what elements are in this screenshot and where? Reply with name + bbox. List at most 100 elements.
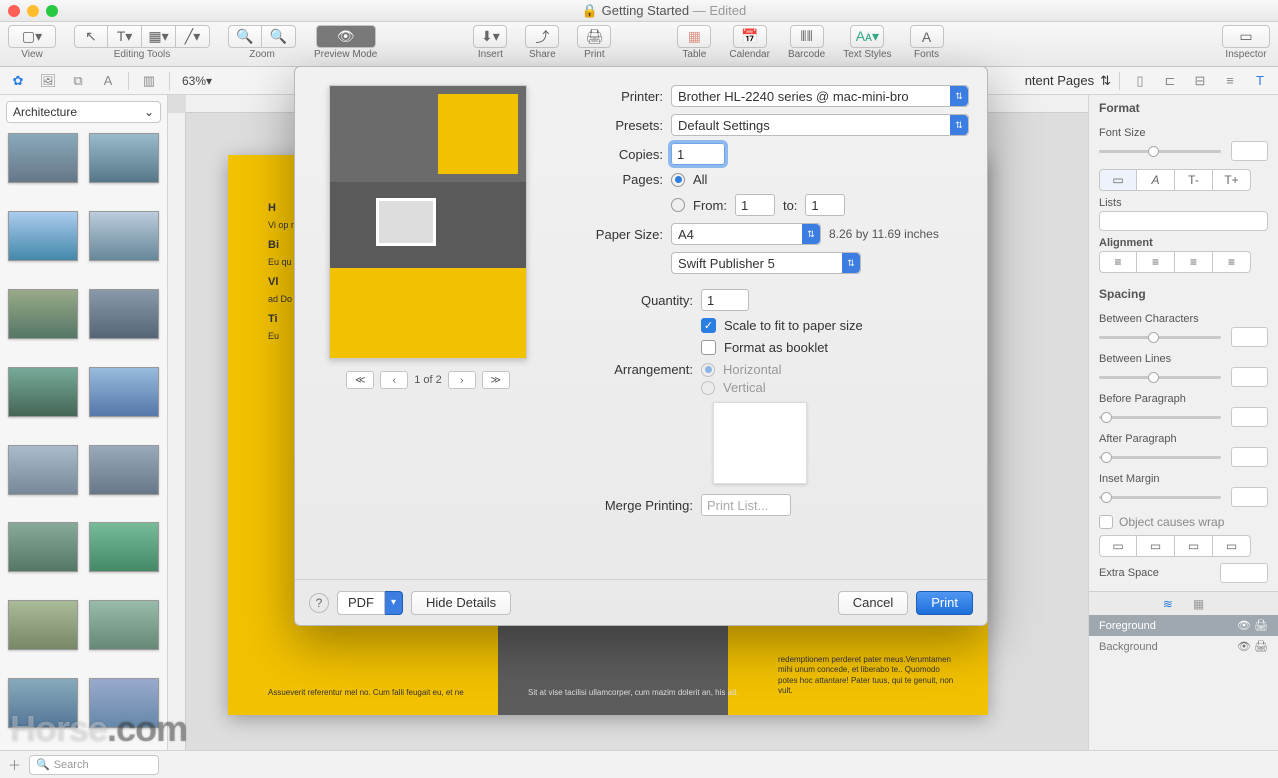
tab-text-icon[interactable]: T [1248,71,1272,91]
wrap-checkbox[interactable] [1099,515,1113,529]
zoom-out[interactable]: 🔍 [228,25,262,48]
pages-from-radio[interactable] [671,198,685,212]
tab-layers-icon[interactable]: ≡ [1218,71,1242,91]
wrap-type-2[interactable]: ▭ [1137,535,1175,557]
search-input[interactable]: 🔍 Search [29,755,159,775]
thumbnail[interactable] [89,367,159,417]
align-center[interactable]: ≡ [1137,251,1175,273]
layers-icon[interactable]: ≋ [1163,597,1173,611]
copies-input[interactable]: 1 [671,143,725,165]
style-italic[interactable]: A [1137,169,1175,191]
font-size-value[interactable] [1231,141,1268,161]
inset-margin-value[interactable] [1231,487,1268,507]
align-left[interactable]: ≡ [1099,251,1137,273]
wrap-type-3[interactable]: ▭ [1175,535,1213,557]
wrap-type-1[interactable]: ▭ [1099,535,1137,557]
thumbnail[interactable] [8,678,78,728]
quantity-input[interactable]: 1 [701,289,749,311]
zoom-display[interactable]: 63%▾ [178,74,216,88]
minimize-window-button[interactable] [27,5,39,17]
align-right[interactable]: ≡ [1175,251,1213,273]
calendar-button[interactable]: 📅 [733,25,767,48]
hide-details-button[interactable]: Hide Details [411,591,511,615]
pages-view-icon[interactable]: ▥ [137,71,161,91]
booklet-checkbox[interactable] [701,340,716,355]
select-tool[interactable]: ↖ [74,25,108,48]
paper-size-select[interactable]: A4⇅ [671,223,821,245]
pages-from-input[interactable]: 1 [735,194,775,216]
app-select[interactable]: Swift Publisher 5⇅ [671,252,861,274]
thumbnail[interactable] [8,522,78,572]
lists-select[interactable] [1099,211,1268,231]
shape-tool[interactable]: ▦▾ [142,25,176,48]
background-layer[interactable]: Background👁 🖨 [1089,636,1278,657]
font-book-icon[interactable]: A [96,71,120,91]
pdf-button[interactable]: PDF▾ [337,591,403,615]
preview-last[interactable]: ≫ [482,371,510,389]
line-spacing-slider[interactable] [1099,370,1221,384]
thumbnail[interactable] [89,133,159,183]
grid-icon[interactable]: ▦ [1193,597,1204,611]
after-para-slider[interactable] [1099,450,1221,464]
foreground-layer[interactable]: Foreground👁 🖨 [1089,615,1278,636]
close-window-button[interactable] [8,5,20,17]
wrap-type-4[interactable]: ▭ [1213,535,1251,557]
before-para-value[interactable] [1231,407,1268,427]
thumbnail[interactable] [8,211,78,261]
preview-prev[interactable]: ‹ [380,371,408,389]
view-button[interactable]: ▢▾ [8,25,56,48]
copy-icon[interactable]: ⧉ [66,71,90,91]
pages-all-radio[interactable] [671,173,685,187]
thumbnail[interactable] [89,600,159,650]
thumbnail[interactable] [8,133,78,183]
flower-icon[interactable]: ✿ [6,71,30,91]
after-para-value[interactable] [1231,447,1268,467]
tab-align-icon[interactable]: ⊟ [1188,71,1212,91]
thumbnail[interactable] [89,445,159,495]
tab-ruler-icon[interactable]: ⊏ [1158,71,1182,91]
print-button[interactable]: 🖨 [577,25,611,48]
preview-next[interactable]: › [448,371,476,389]
content-pages-label[interactable]: ntent Pages [1025,73,1094,88]
inspector-button[interactable]: ▭ [1222,25,1270,48]
table-button[interactable]: ▦ [677,25,711,48]
style-plus[interactable]: T+ [1213,169,1251,191]
font-size-slider[interactable] [1099,144,1221,158]
before-para-slider[interactable] [1099,410,1221,424]
char-spacing-slider[interactable] [1099,330,1221,344]
thumbnail[interactable] [8,445,78,495]
insert-button[interactable]: ⬇▾ [473,25,507,48]
pages-to-input[interactable]: 1 [805,194,845,216]
style-rect[interactable]: ▭ [1099,169,1137,191]
inset-margin-slider[interactable] [1099,490,1221,504]
text-styles-button[interactable]: Aᴀ▾ [850,25,884,48]
thumbnail[interactable] [8,600,78,650]
scale-fit-checkbox[interactable]: ✓ [701,318,716,333]
style-minus[interactable]: T- [1175,169,1213,191]
line-tool[interactable]: ╱▾ [176,25,210,48]
preview-first[interactable]: ≪ [346,371,374,389]
zoom-in[interactable]: 🔍 [262,25,296,48]
category-select[interactable]: Architecture⌄ [6,101,161,123]
zoom-window-button[interactable] [46,5,58,17]
add-icon[interactable]: ＋ [8,755,21,774]
thumbnail[interactable] [89,211,159,261]
align-justify[interactable]: ≡ [1213,251,1251,273]
preview-mode-button[interactable]: 👁 [316,25,376,48]
thumbnail[interactable] [89,289,159,339]
fonts-button[interactable]: A [910,25,944,48]
thumbnail[interactable] [89,522,159,572]
thumbnail[interactable] [8,289,78,339]
thumbnail[interactable] [89,678,159,728]
tab-doc-icon[interactable]: ▯ [1128,71,1152,91]
char-spacing-value[interactable] [1231,327,1268,347]
merge-button[interactable]: Print List... [701,494,791,516]
text-tool[interactable]: T▾ [108,25,142,48]
barcode-button[interactable]: ⦀⦀ [790,25,824,48]
help-button[interactable]: ? [309,593,329,613]
line-spacing-value[interactable] [1231,367,1268,387]
printer-select[interactable]: Brother HL-2240 series @ mac-mini-bro⇅ [671,85,969,107]
photos-icon[interactable]: 🖼 [36,71,60,91]
extra-space-value[interactable] [1220,563,1268,583]
share-button[interactable]: ⤴ [525,25,559,48]
